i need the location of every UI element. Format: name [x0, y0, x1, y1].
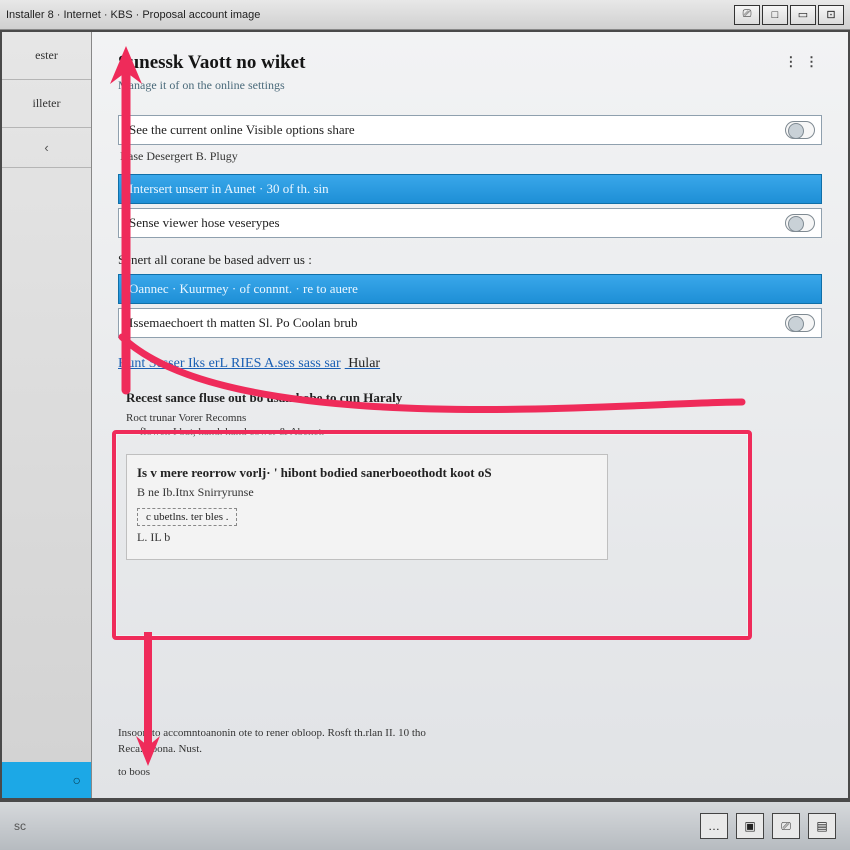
sidebar-item-0[interactable]: ester — [2, 32, 91, 80]
footer-text: Insoort to accomntoanonin ote to rener o… — [118, 725, 822, 781]
footer-line-2: Reca. Soona. Nust. — [118, 741, 822, 758]
option-row-3[interactable]: Sense viewer hose veserypes — [118, 208, 822, 238]
tray-icon-1[interactable]: … — [700, 813, 728, 839]
option-row-2-label: Intersert unserr in Aunet · 30 of th. si… — [129, 181, 329, 197]
tray-icon-2[interactable]: ▣ — [736, 813, 764, 839]
footer-line-1: Insoort to accomntoanonin ote to rener o… — [118, 725, 822, 742]
info-block-heading: Recest sance fluse out bo usan hobe to c… — [126, 390, 814, 406]
info-block: Recest sance fluse out bo usan hobe to c… — [118, 382, 822, 572]
card-dashed-button[interactable]: c ubetlns. ter bles . — [137, 508, 237, 526]
option-row-1-label: See the current online Visible options s… — [129, 122, 355, 138]
main-panel: ⋮ ⋮ Sunessk Vaott no wiket Manage it of … — [92, 32, 848, 798]
os-titlebar: Installer 8 · Internet · KBS · Proposal … — [0, 0, 850, 30]
window-control-close[interactable]: ⊡ — [818, 5, 844, 25]
taskbar: sc … ▣ ⎚ ▤ — [0, 800, 850, 850]
option-row-3-label: Sense viewer hose veserypes — [129, 215, 280, 231]
app-window: ester illeter ‹ ○ ⋮ ⋮ Sunessk Vaott no w… — [0, 30, 850, 800]
taskbar-left-label: sc — [14, 819, 26, 833]
tray-icon-3[interactable]: ⎚ — [772, 813, 800, 839]
link-line[interactable]: Runt Sesser Iks erL RIES A.ses sass sar … — [118, 356, 822, 372]
option-row-1[interactable]: See the current online Visible options s… — [118, 115, 822, 145]
card-bold-line: Is v mere reorrow vorlj· ' hibont bodied… — [137, 465, 597, 481]
option-row-5-label: Issemaechoert th matten Sl. Po Coolan br… — [129, 315, 358, 331]
section-2-label: Senert all corane be based adverr us : — [118, 252, 822, 268]
option-row-5[interactable]: Issemaechoert th matten Sl. Po Coolan br… — [118, 308, 822, 338]
footer-line-3: to boos — [118, 764, 822, 781]
toggle-1[interactable] — [785, 121, 815, 139]
sidebar-collapse-icon[interactable]: ‹ — [2, 128, 91, 168]
page-subtitle: Manage it of on the online settings — [118, 78, 822, 93]
window-control-a[interactable]: ⎚ — [734, 5, 760, 25]
option-row-2-selected[interactable]: Intersert unserr in Aunet · 30 of th. si… — [118, 174, 822, 204]
info-block-line-1: Roct trunar Vorer Recomns — [126, 412, 814, 424]
toggle-5[interactable] — [785, 314, 815, 332]
window-control-maximize[interactable]: ▭ — [790, 5, 816, 25]
info-block-line-2: — flowen I bat, hand. hand cower & Abene… — [126, 426, 814, 438]
link-suffix: Hular — [345, 356, 380, 371]
tray-icon-4[interactable]: ▤ — [808, 813, 836, 839]
card-line: B ne Ib.Itnx Snirryrunse — [137, 485, 597, 500]
toggle-3[interactable] — [785, 214, 815, 232]
nested-card: Is v mere reorrow vorlj· ' hibont bodied… — [126, 454, 608, 560]
page-title: Sunessk Vaott no wiket — [118, 52, 822, 74]
sidebar: ester illeter ‹ ○ — [2, 32, 92, 798]
option-row-4-selected[interactable]: Oannec · Kuurmey · of connnt. · re to au… — [118, 274, 822, 304]
circle-icon: ○ — [73, 772, 81, 788]
option-row-4-label: Oannec · Kuurmey · of connnt. · re to au… — [129, 281, 358, 297]
more-menu-icon[interactable]: ⋮ ⋮ — [784, 54, 820, 70]
window-control-minimize[interactable]: □ — [762, 5, 788, 25]
option-row-1-caption: Base Desergert B. Plugy — [120, 149, 822, 164]
os-title-text: Installer 8 · Internet · KBS · Proposal … — [6, 9, 260, 21]
sidebar-accent-button[interactable]: ○ — [2, 762, 91, 798]
sidebar-item-1[interactable]: illeter — [2, 80, 91, 128]
link-text: Runt Sesser Iks erL RIES A.ses sass sar — [118, 356, 341, 371]
card-foot: L. IL b — [137, 530, 597, 545]
